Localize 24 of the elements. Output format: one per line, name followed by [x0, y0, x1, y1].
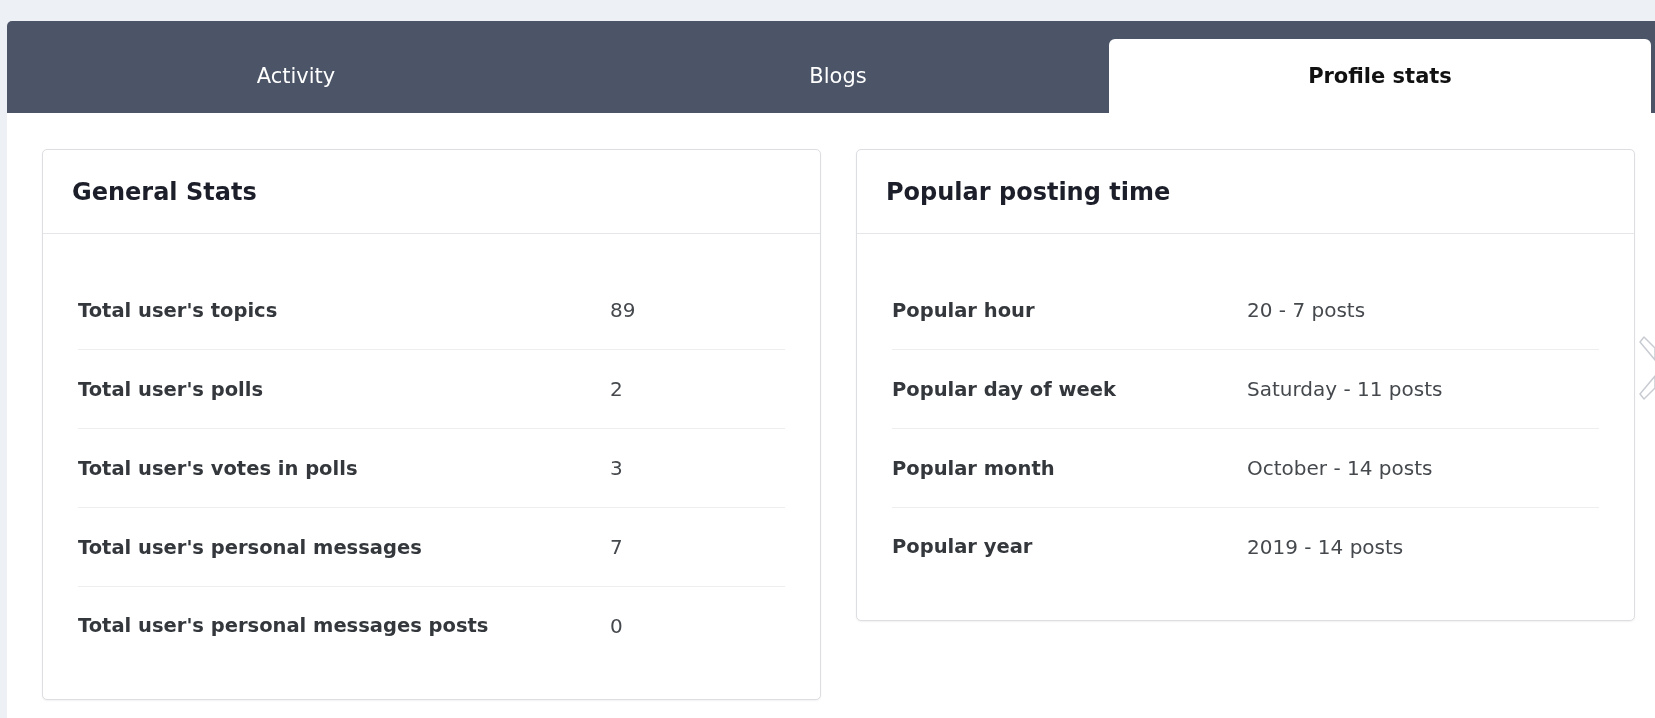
stat-label: Popular hour [892, 298, 1035, 322]
stat-value: 2 [610, 377, 623, 401]
chevron-right-icon[interactable] [1639, 336, 1655, 400]
stat-label: Total user's polls [78, 377, 264, 401]
stat-label: Total user's topics [78, 298, 278, 322]
stat-label: Total user's personal messages [78, 535, 422, 559]
tab[interactable]: Blogs [567, 39, 1109, 113]
stat-value: 0 [610, 613, 623, 638]
stat-value: 3 [610, 456, 623, 480]
stat-label: Total user's votes in polls [78, 456, 358, 480]
stat-label: Popular month [892, 456, 1055, 480]
tab[interactable]: Profile stats [1109, 39, 1651, 113]
card-title: Popular posting time [886, 177, 1171, 206]
stat-label: Total user's personal messages posts [78, 614, 489, 637]
stat-label: Popular day of week [892, 377, 1116, 401]
stat-value: 7 [610, 535, 623, 559]
stat-value: 20 - 7 posts [1247, 298, 1366, 322]
stat-label: Popular year [892, 535, 1033, 558]
card-title: General Stats [72, 177, 257, 206]
stat-value: Saturday - 11 posts [1247, 377, 1443, 401]
tab[interactable]: Activity [25, 39, 567, 113]
stat-value: 89 [610, 298, 636, 322]
stat-value: 2019 - 14 posts [1247, 534, 1404, 559]
stat-value: October - 14 posts [1247, 456, 1433, 480]
